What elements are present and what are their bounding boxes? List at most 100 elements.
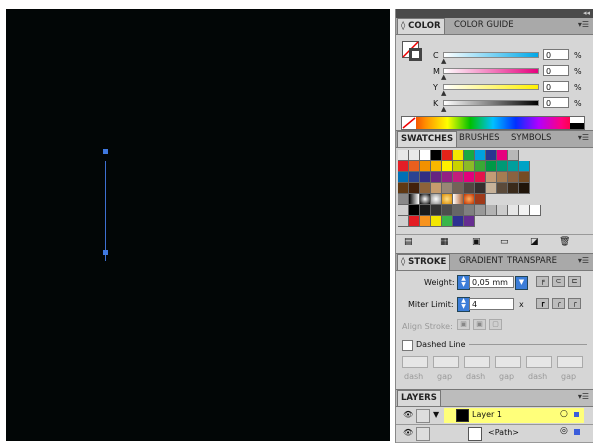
swatch[interactable] [420, 161, 431, 172]
magenta-slider[interactable] [443, 68, 539, 74]
selected-path-line[interactable] [105, 161, 106, 261]
swatch[interactable] [519, 161, 530, 172]
swatch[interactable] [475, 161, 486, 172]
swatch[interactable] [442, 183, 453, 194]
projecting-cap-button[interactable]: ⊏ [568, 276, 581, 287]
color-group-folder-icon[interactable] [398, 216, 409, 227]
swatches-menu-icon[interactable]: ▾☰ [578, 133, 589, 142]
swatch[interactable] [409, 194, 420, 205]
swatch[interactable] [508, 205, 519, 216]
swatch[interactable] [475, 150, 486, 161]
swatch[interactable] [420, 150, 431, 161]
miter-join-button[interactable]: ┏ [536, 298, 549, 309]
swatch[interactable] [398, 183, 409, 194]
gap-field-1[interactable] [433, 356, 459, 368]
swatch[interactable] [409, 150, 420, 161]
dash-field-2[interactable] [464, 356, 490, 368]
swatch[interactable] [431, 150, 442, 161]
cyan-slider[interactable] [443, 52, 539, 58]
black-slider[interactable] [443, 100, 539, 106]
tab-stroke[interactable]: ◊ STROKE [397, 254, 451, 270]
swatch[interactable] [398, 172, 409, 183]
target-circle-icon[interactable]: ○ [560, 409, 568, 419]
black-value-field[interactable]: 0 [543, 97, 569, 108]
fill-stroke-icon[interactable] [402, 41, 426, 65]
swatch[interactable] [442, 194, 453, 205]
swatch[interactable] [519, 183, 530, 194]
swatch[interactable] [453, 172, 464, 183]
swatch[interactable] [409, 216, 420, 227]
path-anchor-bottom[interactable] [103, 250, 108, 255]
swatch[interactable] [431, 161, 442, 172]
swatch[interactable] [431, 216, 442, 227]
butt-cap-button[interactable]: ╒ [536, 276, 549, 287]
swatch-libraries-icon[interactable]: ▤ [404, 237, 413, 247]
yellow-slider[interactable] [443, 84, 539, 90]
swatch[interactable] [497, 161, 508, 172]
layers-menu-icon[interactable]: ▾☰ [578, 392, 589, 401]
miter-limit-field[interactable]: 4 [469, 298, 514, 310]
panel-menu-icon[interactable]: ▾☰ [578, 20, 589, 29]
tab-layers[interactable]: LAYERS [397, 390, 441, 406]
swatch[interactable] [497, 183, 508, 194]
swatch[interactable] [442, 172, 453, 183]
color-spectrum-bar[interactable] [401, 116, 585, 130]
swatch[interactable] [442, 150, 453, 161]
swatch[interactable] [420, 216, 431, 227]
swatch[interactable] [453, 216, 464, 227]
swatch[interactable] [420, 172, 431, 183]
swatch[interactable] [464, 172, 475, 183]
swatch[interactable] [442, 161, 453, 172]
visibility-eye-icon[interactable]: 👁 [403, 410, 413, 419]
swatch[interactable] [409, 183, 420, 194]
swatch[interactable] [486, 205, 497, 216]
swatch[interactable] [497, 172, 508, 183]
swatch[interactable] [420, 205, 431, 216]
tab-transparency[interactable]: TRANSPARE [504, 254, 560, 269]
dashed-line-checkbox[interactable] [402, 340, 413, 351]
layer-row-layer1[interactable]: 👁 ▼ Layer 1 ○ [396, 407, 593, 425]
swatch[interactable] [486, 161, 497, 172]
stroke-menu-icon[interactable]: ▾☰ [578, 256, 589, 265]
path-lock-toggle[interactable] [416, 427, 430, 441]
swatch[interactable] [398, 161, 409, 172]
swatch[interactable] [453, 161, 464, 172]
tab-swatches[interactable]: SWATCHES [397, 131, 458, 147]
none-color-icon[interactable] [402, 117, 416, 129]
collapse-icon[interactable]: ◂◂ [583, 9, 590, 17]
swatch[interactable] [508, 172, 519, 183]
magenta-value-field[interactable]: 0 [543, 65, 569, 76]
swatch[interactable] [431, 172, 442, 183]
swatch[interactable] [475, 183, 486, 194]
path-anchor-top[interactable] [103, 149, 108, 154]
align-outside-button[interactable]: ▢ [489, 319, 502, 330]
weight-dropdown-button[interactable]: ▼ [515, 276, 528, 290]
expand-arrow-icon[interactable]: ▼ [433, 410, 439, 419]
layer-row-path[interactable]: 👁 <Path> ◎ [396, 425, 593, 443]
round-join-button[interactable]: ╭ [552, 298, 565, 309]
gap-field-2[interactable] [495, 356, 521, 368]
swatch[interactable] [453, 183, 464, 194]
swatch[interactable] [497, 205, 508, 216]
color-group-folder-icon[interactable] [398, 205, 409, 216]
align-inside-button[interactable]: ▣ [473, 319, 486, 330]
black-slider-handle[interactable]: ▲ [441, 105, 446, 113]
swatch[interactable] [519, 172, 530, 183]
swatch-options-icon[interactable]: ▣ [472, 237, 481, 247]
dock-title-bar[interactable]: ◂◂ [396, 9, 593, 18]
path-visibility-eye-icon[interactable]: 👁 [403, 428, 413, 437]
swatch[interactable] [398, 194, 409, 205]
magenta-slider-handle[interactable]: ▲ [441, 73, 446, 81]
swatch[interactable] [420, 183, 431, 194]
swatch[interactable] [486, 150, 497, 161]
cyan-slider-handle[interactable]: ▲ [441, 57, 446, 65]
yellow-slider-handle[interactable]: ▲ [441, 89, 446, 97]
swatch[interactable] [486, 172, 497, 183]
swatch[interactable] [464, 194, 475, 205]
tab-gradient[interactable]: GRADIENT [456, 254, 506, 269]
round-cap-button[interactable]: ⊂ [552, 276, 565, 287]
swatch[interactable] [442, 205, 453, 216]
swatch[interactable] [475, 194, 486, 205]
new-swatch-icon[interactable]: ◪ [530, 237, 539, 247]
tab-color-guide[interactable]: COLOR GUIDE [451, 18, 517, 33]
